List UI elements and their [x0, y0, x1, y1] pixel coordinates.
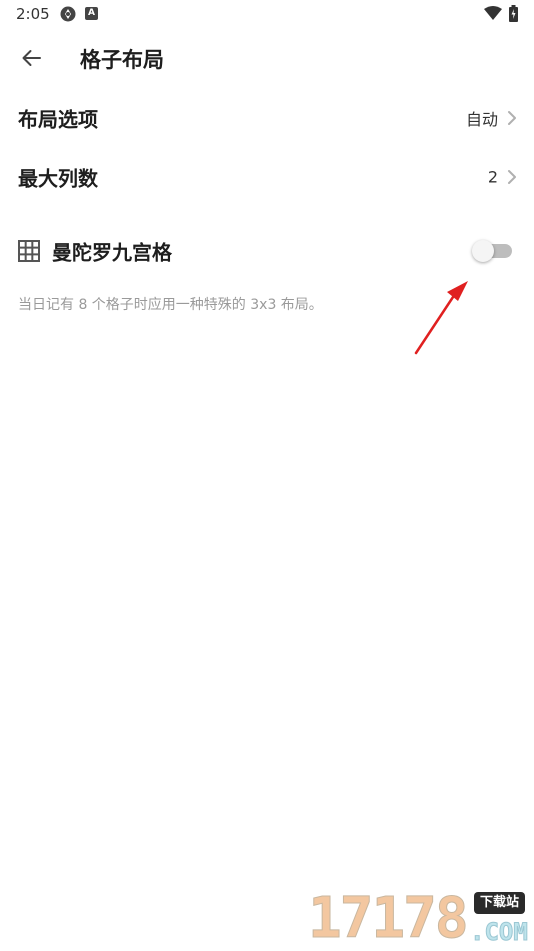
layout-option-row[interactable]: 布局选项 自动 — [0, 89, 534, 147]
mandala-grid-description: 当日记有 8 个格子时应用一种特殊的 3x3 布局。 — [18, 297, 323, 313]
arrow-left-icon — [22, 50, 41, 66]
layout-option-value: 自动 — [465, 110, 498, 129]
watermark-domain: .COM — [470, 918, 529, 947]
back-button[interactable] — [14, 43, 48, 73]
app-letter-icon: A — [85, 7, 98, 20]
mandala-grid-switch[interactable] — [472, 240, 512, 262]
chevron-right-icon — [508, 170, 516, 184]
watermark-logo: 17178 下载站 .COM — [308, 886, 534, 951]
status-time: 2:05 — [16, 5, 50, 23]
battery-charging-icon — [509, 5, 518, 22]
watermark-digits: 17178 — [308, 886, 470, 951]
max-columns-value: 2 — [487, 167, 498, 187]
mandala-grid-row[interactable]: 曼陀罗九宫格 — [0, 222, 534, 280]
chevron-right-icon — [508, 111, 516, 125]
mandala-grid-label: 曼陀罗九宫格 — [52, 240, 172, 265]
switch-thumb — [472, 240, 494, 262]
wifi-icon — [484, 6, 502, 20]
status-bar: 2:05 A — [0, 0, 534, 28]
camera-aperture-icon — [60, 6, 76, 22]
watermark-badge: 下载站 — [474, 892, 526, 914]
max-columns-row[interactable]: 最大列数 2 — [0, 148, 534, 206]
app-bar: 格子布局 — [0, 30, 534, 86]
page-title: 格子布局 — [80, 48, 164, 72]
grid-3x3-icon — [18, 240, 40, 262]
max-columns-label: 最大列数 — [18, 166, 98, 191]
layout-option-label: 布局选项 — [18, 107, 98, 132]
